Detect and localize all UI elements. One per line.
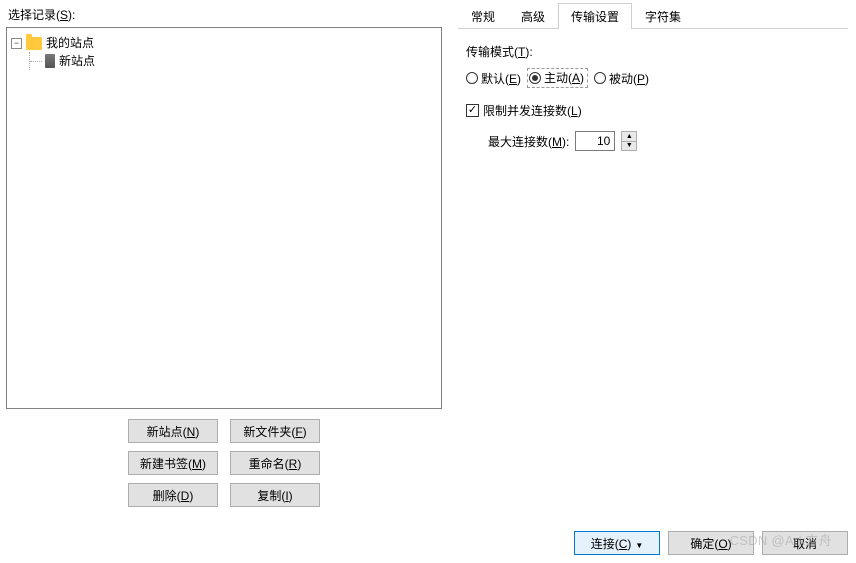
tab-transfer[interactable]: 传输设置 [558,3,632,29]
tree-connector-icon [29,52,43,70]
limit-connections-label: 限制并发连接数(L) [483,102,582,119]
spinner-down-icon[interactable]: ▼ [622,142,636,151]
site-tree[interactable]: − 我的站点 新站点 [6,27,442,409]
radio-icon [594,72,606,84]
expand-collapse-icon[interactable]: − [11,38,22,49]
select-record-label: 选择记录(S): [6,6,442,23]
limit-connections-checkbox[interactable]: 限制并发连接数(L) [466,102,840,119]
new-folder-button[interactable]: 新文件夹(F) [230,419,320,443]
max-connections-label: 最大连接数(M): [488,133,569,150]
site-icon [45,54,55,68]
tab-bar: 常规 高级 传输设置 字符集 [458,2,848,29]
tab-general[interactable]: 常规 [458,3,508,29]
radio-active-label: 主动(A) [544,69,584,86]
radio-icon [529,72,541,84]
connect-button[interactable]: 连接(C)▼ [574,531,660,555]
max-connections-input[interactable] [575,131,615,151]
tab-advanced[interactable]: 高级 [508,3,558,29]
radio-default[interactable]: 默认(E) [466,70,521,87]
connect-label: 连接(C) [591,537,632,551]
tree-child-node[interactable]: 新站点 [11,52,437,70]
max-connections-spinner: ▲ ▼ [621,131,637,151]
copy-button[interactable]: 复制(I) [230,483,320,507]
delete-button[interactable]: 删除(D) [128,483,218,507]
chevron-down-icon: ▼ [635,541,643,550]
spinner-up-icon[interactable]: ▲ [622,132,636,142]
new-bookmark-button[interactable]: 新建书签(M) [128,451,218,475]
radio-passive[interactable]: 被动(P) [594,70,649,87]
new-site-button[interactable]: 新站点(N) [128,419,218,443]
cancel-button[interactable]: 取消 [762,531,848,555]
ok-button[interactable]: 确定(O) [668,531,754,555]
tree-root-label: 我的站点 [46,34,94,52]
transfer-mode-label: 传输模式(T): [466,43,840,60]
tab-charset[interactable]: 字符集 [632,3,694,29]
transfer-tab-content: 传输模式(T): 默认(E) 主动(A) 被动(P) 限制并发连接数(L) [458,29,848,165]
folder-icon [26,37,42,50]
checkbox-icon [466,104,479,117]
rename-button[interactable]: 重命名(R) [230,451,320,475]
radio-passive-label: 被动(P) [609,70,649,87]
tree-root-node[interactable]: − 我的站点 [11,34,437,52]
tree-child-label: 新站点 [59,52,95,70]
radio-icon [466,72,478,84]
radio-default-label: 默认(E) [481,70,521,87]
radio-active[interactable]: 主动(A) [527,68,588,88]
